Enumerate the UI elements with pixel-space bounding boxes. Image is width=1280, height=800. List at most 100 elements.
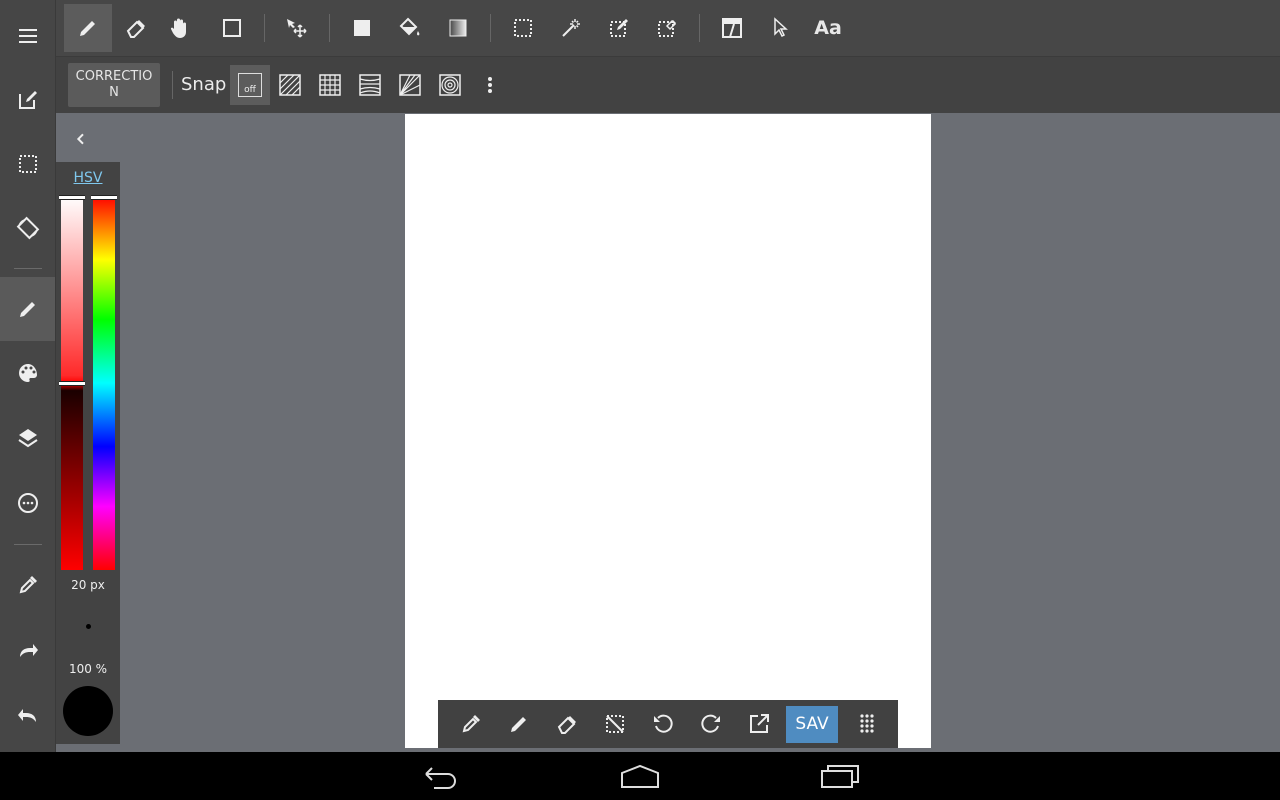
select-pen-icon: [607, 16, 631, 40]
fill-rect-tool-button[interactable]: [338, 4, 386, 52]
recents-button[interactable]: [808, 758, 872, 794]
magic-wand-button[interactable]: [547, 4, 595, 52]
recents-icon: [821, 765, 859, 788]
circle-snap-button[interactable]: [430, 65, 470, 105]
deselect-button[interactable]: [594, 703, 636, 745]
pen-button[interactable]: [498, 703, 540, 745]
select-eraser-icon: [655, 16, 679, 40]
rectangle-icon: [220, 16, 244, 40]
color-palette-button[interactable]: [0, 341, 55, 405]
divider: [172, 71, 173, 99]
divider: [490, 14, 491, 42]
correction-button[interactable]: CORRECTION: [68, 63, 160, 107]
eyedropper-icon: [459, 712, 483, 736]
hand-tool-button[interactable]: [156, 4, 204, 52]
shape-tool-button[interactable]: [208, 4, 256, 52]
divider: [699, 14, 700, 42]
edit-button[interactable]: [0, 68, 55, 132]
gradient-tool-button[interactable]: [434, 4, 482, 52]
snap-off-icon: off: [238, 73, 262, 97]
home-button[interactable]: [608, 758, 672, 794]
current-color-swatch[interactable]: [63, 686, 113, 736]
palette-icon: [16, 361, 40, 385]
bucket-icon: [398, 16, 422, 40]
move-tool-button[interactable]: [272, 4, 320, 52]
back-icon: [425, 767, 456, 789]
redo-button[interactable]: [0, 619, 55, 683]
system-navigation-bar: [0, 752, 1280, 800]
perspective-snap-icon: [358, 73, 382, 97]
redo-icon: [699, 712, 723, 736]
select-rect-button[interactable]: [499, 4, 547, 52]
sv-handle[interactable]: [59, 381, 85, 386]
eyedropper-icon: [16, 573, 40, 597]
frame-icon: [720, 16, 744, 40]
brush-preview-dot: [86, 624, 91, 629]
divider: [264, 14, 265, 42]
diagonal-snap-icon: [398, 73, 422, 97]
pen-tool-button[interactable]: [0, 277, 55, 341]
circle-snap-icon: [438, 73, 462, 97]
perspective-snap-button[interactable]: [350, 65, 390, 105]
home-icon: [621, 764, 659, 788]
rotate-canvas-button[interactable]: [0, 196, 55, 260]
brush-size-label[interactable]: 20 px: [56, 578, 120, 592]
rotate-icon: [16, 216, 40, 240]
save-button[interactable]: SAV: [786, 706, 838, 743]
bucket-tool-button[interactable]: [386, 4, 434, 52]
share-icon: [747, 712, 771, 736]
eraser-icon: [555, 712, 579, 736]
snap-off-button[interactable]: off: [230, 65, 270, 105]
eyedropper-button[interactable]: [0, 553, 55, 617]
drawing-canvas[interactable]: [405, 114, 931, 748]
grid-snap-button[interactable]: [310, 65, 350, 105]
pen-icon: [16, 297, 40, 321]
undo-button[interactable]: [642, 703, 684, 745]
color-mode-toggle[interactable]: HSV: [56, 170, 120, 186]
more-options-button[interactable]: [0, 471, 55, 535]
layers-button[interactable]: [0, 406, 55, 470]
layers-icon: [16, 426, 40, 450]
back-button[interactable]: [408, 758, 472, 794]
frame-divider-button[interactable]: [708, 4, 756, 52]
undo-icon: [16, 704, 40, 728]
fill-rect-icon: [350, 16, 374, 40]
eraser-button[interactable]: [546, 703, 588, 745]
eyedropper-button[interactable]: [450, 703, 492, 745]
selection-icon: [16, 152, 40, 176]
hand-icon: [168, 16, 192, 40]
pointer-tool-button[interactable]: [756, 4, 804, 52]
selection-button[interactable]: [0, 132, 55, 196]
top-toolbar: Aa: [56, 0, 1280, 57]
undo-button[interactable]: [0, 684, 55, 748]
edit-icon: [16, 88, 40, 112]
collapse-color-panel-button[interactable]: [66, 124, 96, 154]
redo-icon: [16, 639, 40, 663]
pen-icon: [507, 712, 531, 736]
more-circle-icon: [16, 491, 40, 515]
pen-tool-button[interactable]: [64, 4, 112, 52]
grid-menu-icon: [855, 712, 879, 736]
share-button[interactable]: [738, 703, 780, 745]
eraser-icon: [124, 16, 148, 40]
pointer-icon: [768, 16, 792, 40]
menu-button[interactable]: [0, 4, 55, 68]
redo-button[interactable]: [690, 703, 732, 745]
deselect-icon: [603, 712, 627, 736]
divider: [329, 14, 330, 42]
select-pen-button[interactable]: [595, 4, 643, 52]
more-snap-options-button[interactable]: [470, 65, 510, 105]
snap-off-label: off: [244, 85, 256, 95]
hue-slider[interactable]: [93, 196, 115, 570]
opacity-label[interactable]: 100 %: [56, 662, 120, 676]
left-sidebar: [0, 0, 56, 752]
sv-top-handle[interactable]: [59, 195, 85, 200]
diagonal-snap-button[interactable]: [390, 65, 430, 105]
text-tool-button[interactable]: Aa: [804, 4, 852, 52]
undo-icon: [651, 712, 675, 736]
parallel-snap-button[interactable]: [270, 65, 310, 105]
select-eraser-button[interactable]: [643, 4, 691, 52]
hue-handle[interactable]: [91, 195, 117, 200]
grid-menu-button[interactable]: [846, 703, 888, 745]
eraser-tool-button[interactable]: [112, 4, 160, 52]
